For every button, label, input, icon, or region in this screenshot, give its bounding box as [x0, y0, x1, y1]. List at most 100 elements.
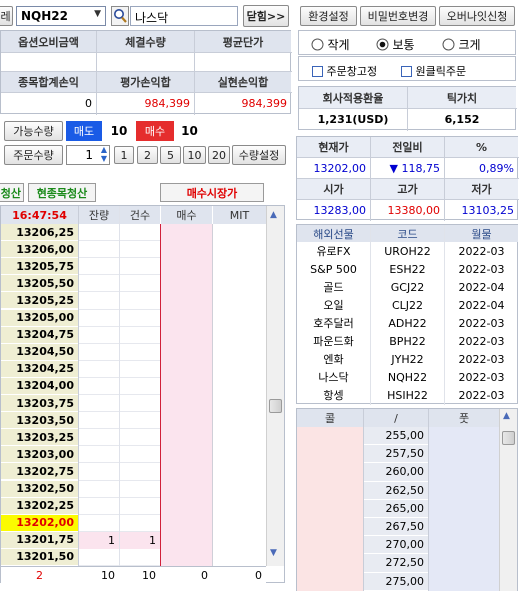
- book-price-cell[interactable]: 13202,75: [1, 463, 78, 481]
- book-price-cell[interactable]: 13205,50: [1, 275, 78, 293]
- futures-row-month[interactable]: 2022-03: [445, 242, 518, 260]
- size-normal-radio[interactable]: 보통: [376, 36, 415, 53]
- book-price-cell[interactable]: 13205,00: [1, 309, 78, 327]
- futures-row-name[interactable]: 항셍: [297, 386, 370, 404]
- strike-price-cell[interactable]: 255,00: [364, 427, 428, 446]
- spin-up-icon[interactable]: ▲: [101, 145, 107, 154]
- futures-row-name[interactable]: 호주달러: [297, 314, 370, 332]
- book-scrollbar[interactable]: ▲ ▼: [266, 206, 284, 566]
- scroll-down-icon[interactable]: ▼: [270, 548, 277, 558]
- futures-row-name[interactable]: 유로FX: [297, 242, 370, 260]
- book-price-cell[interactable]: 13203,50: [1, 412, 78, 430]
- call-column-area[interactable]: [297, 427, 363, 591]
- book-price-cell[interactable]: 13201,50: [1, 548, 78, 566]
- futures-row-code[interactable]: GCJ22: [371, 278, 444, 296]
- futures-row-month[interactable]: 2022-04: [445, 278, 518, 296]
- available-qty-row: 가능수량 매도 10 매수 10: [0, 121, 203, 141]
- strike-price-cell[interactable]: 272,50: [364, 554, 428, 573]
- strike-price-cell[interactable]: 257,50: [364, 445, 428, 464]
- password-change-button[interactable]: 비밀번호변경: [360, 6, 436, 26]
- futures-row-code[interactable]: CLJ22: [371, 296, 444, 314]
- book-price-cell[interactable]: 13204,25: [1, 360, 78, 378]
- spin-down-icon[interactable]: ▼: [101, 154, 107, 163]
- book-price-cell[interactable]: 13204,75: [1, 326, 78, 344]
- size-small-radio[interactable]: 작게: [311, 36, 350, 53]
- futures-row-month[interactable]: 2022-03: [445, 350, 518, 368]
- quote-header-low: 저가: [445, 179, 518, 199]
- settings-button[interactable]: 환경설정: [300, 6, 357, 26]
- scroll-thumb[interactable]: [502, 431, 515, 445]
- close-toggle-button[interactable]: 닫힘>>: [243, 5, 289, 27]
- strike-price-cell[interactable]: 275,00: [364, 572, 428, 591]
- book-price-cell[interactable]: 13206,25: [1, 224, 78, 242]
- mit-column-area[interactable]: [213, 224, 266, 566]
- futures-row-code[interactable]: ESH22: [371, 260, 444, 278]
- futures-row-name[interactable]: 나스닥: [297, 368, 370, 386]
- futures-row-name[interactable]: 골드: [297, 278, 370, 296]
- qty-setting-button[interactable]: 수량설정: [232, 145, 286, 165]
- strike-price-cell[interactable]: 267,50: [364, 518, 428, 537]
- book-price-cell[interactable]: 13206,00: [1, 241, 78, 259]
- futures-row-month[interactable]: 2022-04: [445, 296, 518, 314]
- futures-row-name[interactable]: S&P 500: [297, 260, 370, 278]
- book-price-cell[interactable]: 13202,00: [1, 514, 78, 532]
- market-buy-button[interactable]: 매수시장가: [160, 183, 264, 202]
- futures-row-code[interactable]: UROH22: [371, 242, 444, 260]
- book-price-cell[interactable]: 13205,75: [1, 258, 78, 276]
- futures-row-month[interactable]: 2022-03: [445, 386, 518, 404]
- scroll-up-icon[interactable]: ▲: [270, 210, 277, 220]
- quote-pct-value: 0,89%: [479, 161, 514, 175]
- qty-preset-2[interactable]: 2: [137, 146, 158, 164]
- book-price-cell[interactable]: 13203,25: [1, 429, 78, 447]
- chevron-down-icon: ▼: [94, 9, 101, 19]
- search-icon[interactable]: [111, 6, 129, 26]
- buy-available-label: 매수: [136, 121, 174, 141]
- qty-preset-1[interactable]: 1: [114, 146, 134, 164]
- overnight-request-button[interactable]: 오버나잇신청: [439, 6, 515, 26]
- put-column-area[interactable]: [429, 427, 499, 591]
- left-stub-button[interactable]: 레: [0, 6, 13, 26]
- order-qty-stepper[interactable]: 1 ▲ ▼: [66, 145, 110, 165]
- futures-row-name[interactable]: 오일: [297, 296, 370, 314]
- futures-row-month[interactable]: 2022-03: [445, 260, 518, 278]
- futures-row-code[interactable]: HSIH22: [371, 386, 444, 404]
- liquidate-current-symbol-button[interactable]: 현종목청산: [28, 183, 96, 202]
- strike-table: 콜 / 풋 255,00 257,50 260,00 262,50 265,00 267,…: [296, 408, 518, 591]
- book-price-cell[interactable]: 13203,75: [1, 395, 78, 413]
- book-price-cell[interactable]: 13201,75: [1, 531, 78, 549]
- qty-preset-20[interactable]: 20: [208, 146, 230, 164]
- futures-row-code[interactable]: ADH22: [371, 314, 444, 332]
- strike-scrollbar[interactable]: ▲: [499, 409, 517, 591]
- futures-row-name[interactable]: 엔화: [297, 350, 370, 368]
- book-price-cell[interactable]: 13202,50: [1, 480, 78, 498]
- qty-preset-5[interactable]: 5: [160, 146, 181, 164]
- futures-row-code[interactable]: NQH22: [371, 368, 444, 386]
- book-price-cell[interactable]: 13203,00: [1, 446, 78, 464]
- futures-row-code[interactable]: BPH22: [371, 332, 444, 350]
- strike-price-cell[interactable]: 265,00: [364, 499, 428, 518]
- book-bid-remain: 1: [79, 531, 119, 549]
- size-large-radio[interactable]: 크게: [442, 36, 481, 53]
- symbol-code-select[interactable]: NQH22 ▼: [16, 6, 106, 26]
- qty-preset-10[interactable]: 10: [183, 146, 206, 164]
- strike-price-cell[interactable]: 260,00: [364, 463, 428, 482]
- futures-row-month[interactable]: 2022-03: [445, 332, 518, 350]
- strike-price-cell[interactable]: 262,50: [364, 481, 428, 500]
- scroll-thumb[interactable]: [269, 399, 282, 413]
- book-price-cell[interactable]: 13202,25: [1, 497, 78, 515]
- rate-table: 회사적용환율 틱가치 1,231(USD) 6,152: [298, 86, 517, 131]
- futures-row-month[interactable]: 2022-03: [445, 368, 518, 386]
- scroll-up-icon[interactable]: ▲: [503, 411, 510, 421]
- futures-row-name[interactable]: 파운드화: [297, 332, 370, 350]
- book-price-cell[interactable]: 13205,25: [1, 292, 78, 310]
- rate-value: 1,231(USD): [317, 113, 389, 126]
- liquidate-all-button[interactable]: 청산: [0, 183, 24, 202]
- one-click-checkbox[interactable]: 원클릭주문: [401, 63, 466, 79]
- fixed-window-checkbox[interactable]: 주문창고정: [312, 63, 377, 79]
- futures-row-month[interactable]: 2022-03: [445, 314, 518, 332]
- book-price-cell[interactable]: 13204,00: [1, 377, 78, 395]
- book-price-cell[interactable]: 13204,50: [1, 343, 78, 361]
- strike-price-cell[interactable]: 270,00: [364, 536, 428, 555]
- futures-row-code[interactable]: JYH22: [371, 350, 444, 368]
- buy-column-area[interactable]: [161, 224, 212, 566]
